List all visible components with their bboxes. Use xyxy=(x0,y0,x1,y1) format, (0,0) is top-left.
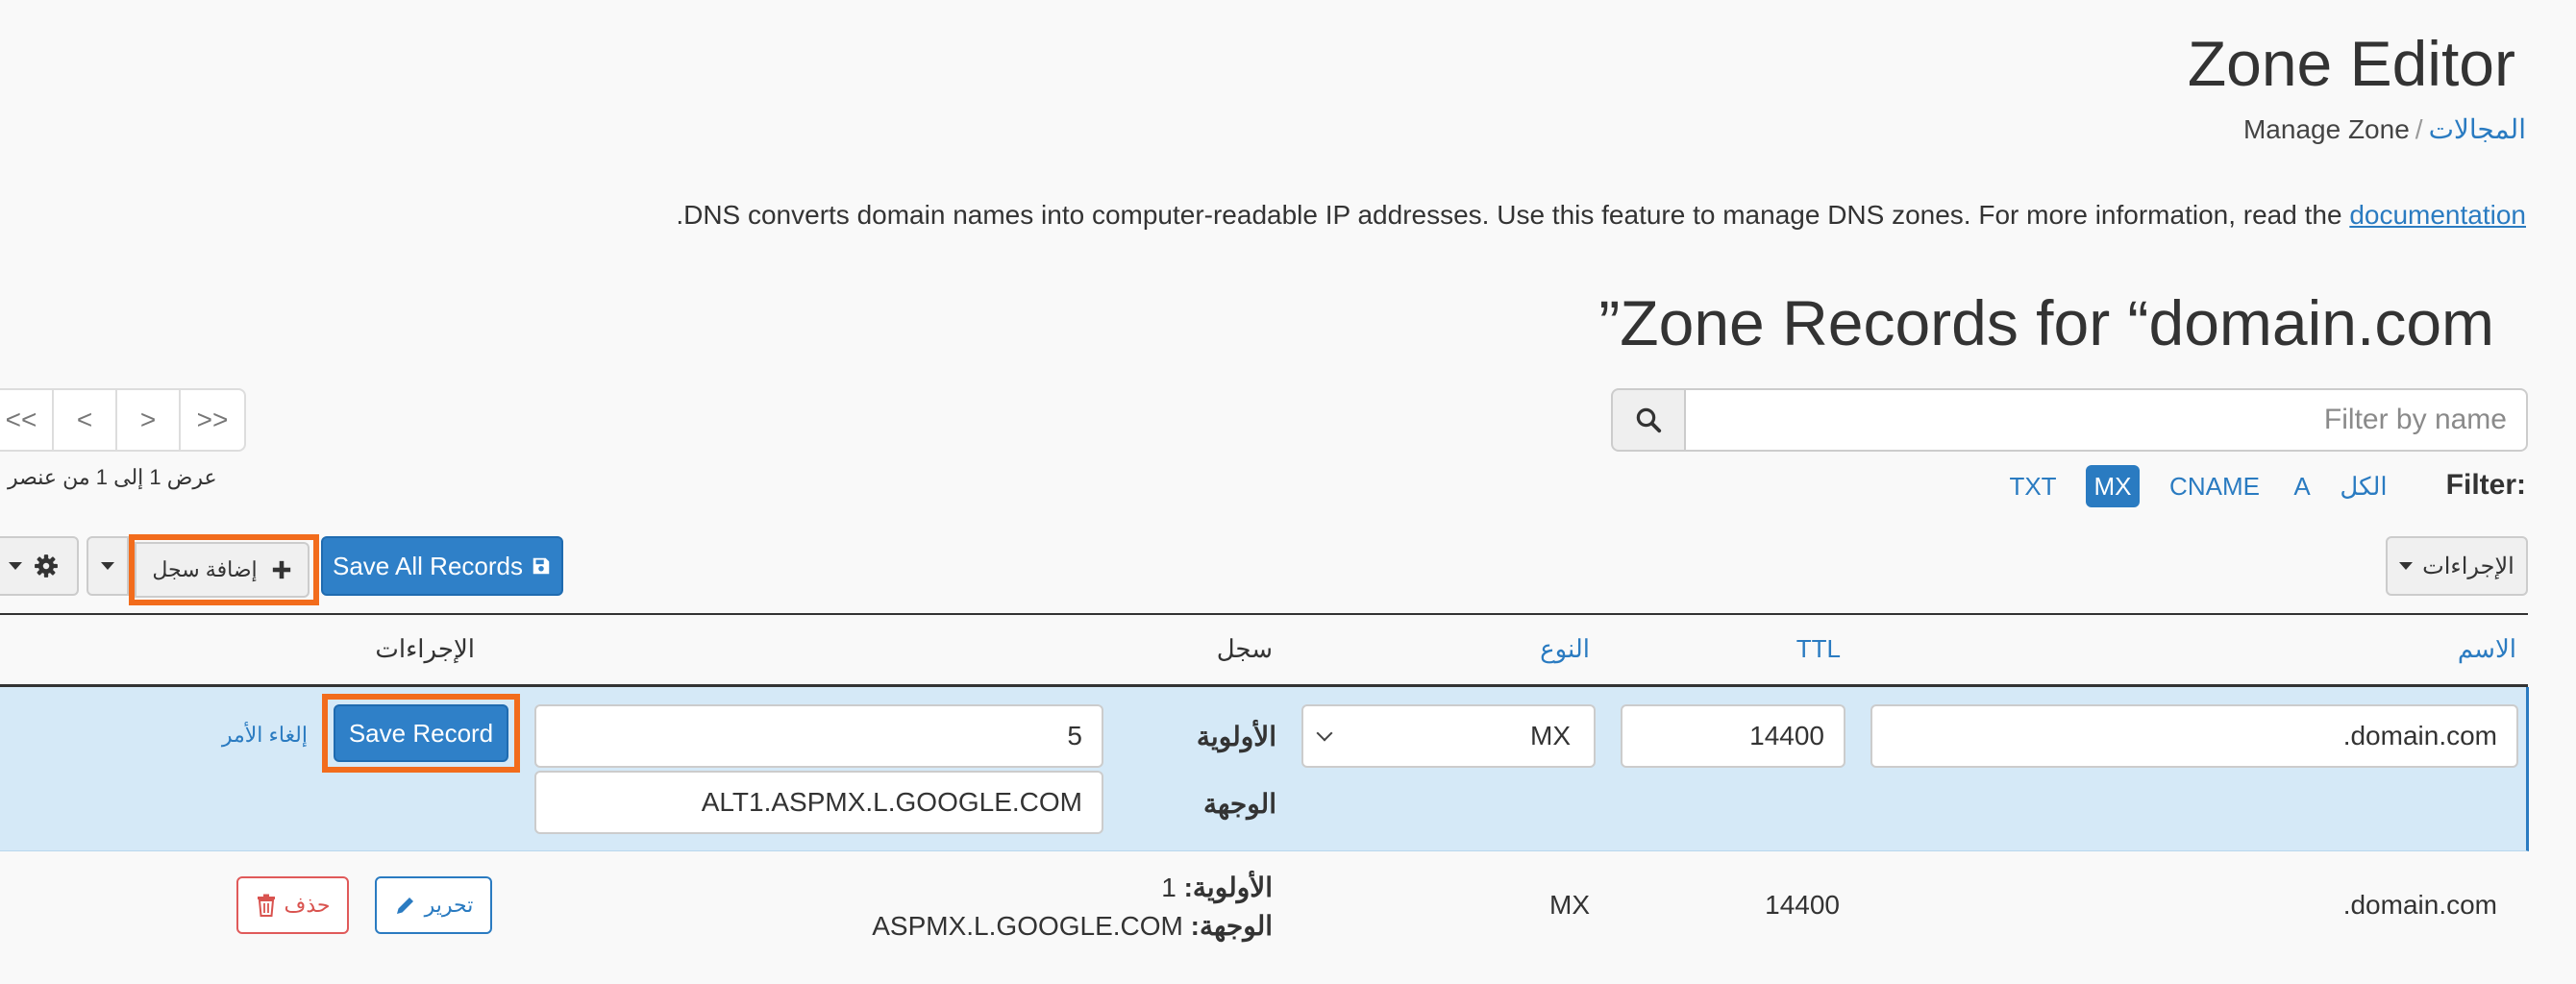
gear-icon xyxy=(35,554,58,578)
pager: << < > >> xyxy=(0,388,246,452)
column-header-type[interactable]: النوع xyxy=(1540,634,1590,664)
record-type-value: MX xyxy=(1530,721,1571,750)
caret-down-icon xyxy=(101,562,114,570)
pager-last-button[interactable]: >> xyxy=(181,390,244,450)
row-ttl: 14400 xyxy=(1765,890,1840,920)
row-destination-value: ASPMX.L.GOOGLE.COM xyxy=(872,911,1183,941)
documentation-link[interactable]: documentation xyxy=(2349,200,2526,230)
floppy-disk-icon xyxy=(533,557,550,575)
edit-label: تحرير xyxy=(424,893,474,917)
filter-option-a[interactable]: A xyxy=(2286,465,2318,507)
priority-input[interactable] xyxy=(534,704,1103,768)
cancel-link[interactable]: إلغاء الأمر xyxy=(222,723,308,748)
row-priority-value: 1 xyxy=(1161,873,1177,902)
priority-label: الأولوية xyxy=(1196,722,1276,751)
trash-icon xyxy=(257,894,275,917)
destination-label: الوجهة xyxy=(1202,789,1276,819)
record-ttl-input[interactable] xyxy=(1621,704,1845,768)
pager-next-button[interactable]: > xyxy=(117,390,181,450)
settings-dropdown-button[interactable] xyxy=(0,536,79,596)
breadcrumb: المجالات/Manage Zone xyxy=(2243,113,2526,145)
filter-option-all[interactable]: الكل xyxy=(2334,465,2393,507)
filter-by-name-input[interactable] xyxy=(1684,388,2528,452)
breadcrumb-current: Manage Zone xyxy=(2242,114,2410,144)
search-button[interactable] xyxy=(1611,388,1686,452)
column-header-name[interactable]: الاسم xyxy=(2458,634,2516,664)
page-description: .DNS converts domain names into computer… xyxy=(676,200,2526,231)
row-type: MX xyxy=(1549,890,1590,920)
breadcrumb-domains-link[interactable]: المجالات xyxy=(2429,114,2526,144)
zone-records-title: ”Zone Records for “domain.com xyxy=(1598,287,2494,358)
filter-label: Filter: xyxy=(2445,469,2526,501)
pencil-icon xyxy=(396,898,413,914)
column-header-ttl[interactable]: TTL xyxy=(1796,634,1841,664)
row-priority-label: الأولوية: xyxy=(1183,873,1273,902)
search-icon xyxy=(1636,407,1662,433)
caret-down-icon xyxy=(9,562,22,570)
row-record: الأولوية: 1 الوجهة: ASPMX.L.GOOGLE.COM xyxy=(872,869,1273,946)
description-text: .DNS converts domain names into computer… xyxy=(676,200,2350,230)
add-record-label: إضافة سجل xyxy=(152,557,258,581)
delete-record-button[interactable]: حذف xyxy=(236,876,349,934)
save-all-records-label: Save All Records xyxy=(333,551,523,580)
save-all-records-button[interactable]: Save All Records xyxy=(321,536,563,596)
save-record-button[interactable]: Save Record xyxy=(334,704,508,762)
row-destination-line: الوجهة: ASPMX.L.GOOGLE.COM xyxy=(872,907,1273,946)
plus-icon xyxy=(272,560,290,579)
page-title: Zone Editor xyxy=(2187,28,2515,99)
record-type-select[interactable]: MX xyxy=(1301,704,1596,768)
row-destination-label: الوجهة: xyxy=(1190,911,1273,941)
pager-info: عرض 1 إلى 1 من عنصر xyxy=(8,465,217,489)
destination-input[interactable] xyxy=(534,771,1103,834)
chevron-down-icon xyxy=(1316,725,1333,742)
delete-label: حذف xyxy=(284,893,331,917)
table-top-divider xyxy=(0,613,2528,615)
filter-option-mx[interactable]: MX xyxy=(2086,465,2140,507)
row-priority-line: الأولوية: 1 xyxy=(872,869,1273,907)
pager-first-button[interactable]: << xyxy=(0,390,54,450)
column-header-actions: الإجراءات xyxy=(375,634,475,663)
filter-option-txt[interactable]: TXT xyxy=(2009,465,2057,507)
edit-record-button[interactable]: تحرير xyxy=(375,876,492,934)
pager-prev-button[interactable]: < xyxy=(54,390,117,450)
column-header-record: سجل xyxy=(1216,634,1273,663)
filter-option-cname[interactable]: CNAME xyxy=(2165,465,2265,507)
actions-dropdown-label: الإجراءات xyxy=(2422,553,2514,579)
add-record-button[interactable]: إضافة سجل xyxy=(135,542,310,598)
caret-down-icon xyxy=(2399,562,2414,570)
record-name-input[interactable] xyxy=(1870,704,2518,768)
breadcrumb-separator: / xyxy=(2415,114,2423,144)
row-name: .domain.com xyxy=(2342,890,2497,920)
add-record-dropdown-toggle[interactable] xyxy=(87,536,129,596)
actions-dropdown-button[interactable]: الإجراءات xyxy=(2386,536,2528,596)
